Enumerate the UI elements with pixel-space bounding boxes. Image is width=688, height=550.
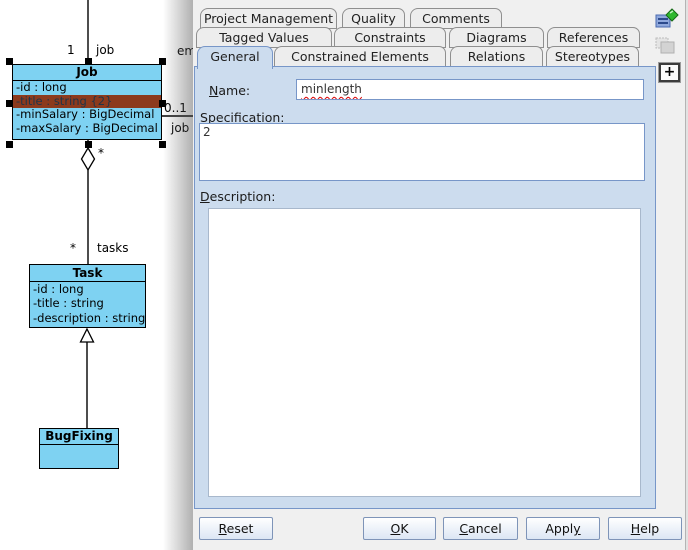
class-job[interactable]: Job -id : long -title : string {2} -minS… [12,64,162,140]
tab-project-management[interactable]: Project Management [200,8,337,29]
multiplicity-label[interactable]: * [98,146,104,160]
selection-handle[interactable] [6,141,13,148]
button-text: eset [227,521,254,536]
button-text: K [400,521,408,536]
button-text: elp [640,521,659,536]
tab-tagged-values[interactable]: Tagged Values [196,27,332,48]
selection-handle[interactable] [85,141,92,148]
ok-button[interactable]: OK [363,517,436,540]
button-text: Appl [545,521,573,536]
multiplicity-label[interactable]: * [70,241,76,255]
new-constraint-icon[interactable] [655,8,679,29]
tab-quality[interactable]: Quality [342,8,405,29]
attribute-row[interactable]: -description : string [30,311,145,325]
class-name[interactable]: Task [30,265,145,282]
label-text: escription: [210,189,276,204]
attribute-row-selected[interactable]: -title : string {2} [13,95,161,109]
tab-relations[interactable]: Relations [450,46,543,67]
properties-pane: Project Management Quality Comments Tagg… [193,0,688,550]
button-mnemonic: C [459,521,468,536]
button-text: ancel [468,521,502,536]
role-label[interactable]: job [96,43,114,57]
expand-panel-button[interactable]: + [659,63,680,82]
attribute-row[interactable]: -maxSalary : BigDecimal [13,122,161,136]
tab-general[interactable]: General [197,46,273,69]
argouml-window: 1 job em 0..1 job * * tasks Job -id : lo… [0,0,688,550]
specification-textarea[interactable]: 2 [199,123,645,181]
role-label[interactable]: tasks [97,241,129,255]
general-tab-panel: Name: minlength Specification: 2 Descrip… [194,66,656,509]
tab-references[interactable]: References [547,27,640,48]
tab-constrained-elements[interactable]: Constrained Elements [274,46,446,67]
selection-handle[interactable] [85,58,92,65]
canvas-edge-shadow [163,0,193,550]
description-label: Description: [200,189,275,204]
class-task[interactable]: Task -id : long -title : string -descrip… [29,264,146,328]
attribute-row[interactable]: -title : string [30,296,145,310]
class-name[interactable]: Job [13,65,161,81]
multiplicity-label[interactable]: 1 [67,43,75,57]
name-input-value: minlength [301,82,362,96]
tab-constraints[interactable]: Constraints [334,27,446,48]
button-mnemonic: y [573,521,580,536]
diagram-canvas[interactable]: 1 job em 0..1 job * * tasks Job -id : lo… [0,0,193,550]
label-mnemonic: D [200,189,210,204]
tab-stereotypes[interactable]: Stereotypes [546,46,639,67]
generalization-triangle-icon [81,329,94,342]
button-mnemonic: R [219,521,227,536]
description-textarea[interactable] [208,208,641,497]
help-button[interactable]: Help [608,517,682,540]
selection-handle[interactable] [6,58,13,65]
class-bugfixing[interactable]: BugFixing [39,428,119,469]
tab-diagrams[interactable]: Diagrams [449,27,544,48]
attribute-row[interactable]: -id : long [13,81,161,95]
tab-comments[interactable]: Comments [410,8,502,29]
label-mnemonic: N [209,83,218,98]
attribute-row[interactable]: -minSalary : BigDecimal [13,108,161,122]
attribute-row[interactable]: -id : long [30,282,145,296]
aggregation-diamond-icon [82,148,95,170]
apply-button[interactable]: Apply [526,517,600,540]
button-mnemonic: O [390,521,400,536]
name-input[interactable]: minlength [296,79,644,100]
cancel-button[interactable]: Cancel [443,517,518,540]
name-label: Name: [209,83,250,98]
delete-icon-disabled[interactable] [654,36,678,56]
selection-handle[interactable] [6,100,13,107]
label-text: ame: [218,83,250,98]
reset-button[interactable]: Reset [199,517,273,540]
button-mnemonic: H [631,521,640,536]
specification-value: 2 [203,125,211,139]
class-name[interactable]: BugFixing [40,429,118,445]
